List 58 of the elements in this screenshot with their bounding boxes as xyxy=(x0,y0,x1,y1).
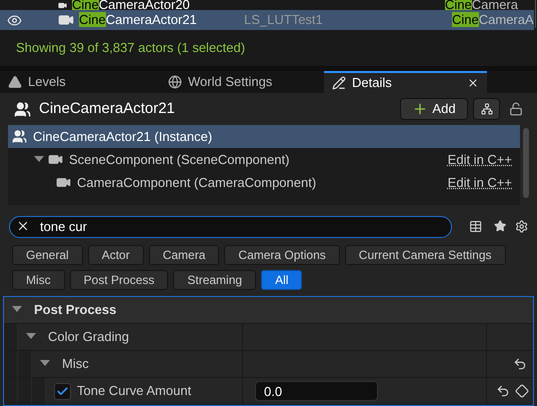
component-label: SceneComponent (SceneComponent) xyxy=(69,150,290,169)
expanded-caret-icon[interactable] xyxy=(26,333,36,341)
reset-icon[interactable] xyxy=(496,384,510,398)
settings-icon[interactable] xyxy=(514,218,528,234)
expanded-caret-icon[interactable] xyxy=(12,306,22,314)
eye-icon[interactable] xyxy=(7,12,22,28)
camera-icon xyxy=(58,0,67,10)
property-label: Tone Curve Amount xyxy=(77,382,192,400)
component-label: CameraComponent (CameraComponent) xyxy=(77,174,316,192)
pencil-icon xyxy=(332,76,346,90)
group-label: Color Grading xyxy=(48,328,129,346)
scrollbar[interactable] xyxy=(534,0,536,28)
outliner-row[interactable]: CineCameraActor21 LS_LUTTest1 CineCameraA xyxy=(0,10,534,30)
edit-in-cpp-link[interactable]: Edit in C++ xyxy=(448,172,512,192)
scrollbar[interactable] xyxy=(523,128,529,198)
filter-chip[interactable]: Camera Options xyxy=(224,245,340,265)
unlocked-icon[interactable] xyxy=(509,102,523,116)
component-icon xyxy=(48,152,63,167)
actor-title: CineCameraActor21 xyxy=(39,98,175,119)
add-button[interactable]: Add xyxy=(400,98,468,120)
hierarchy-icon xyxy=(480,103,492,115)
star-icon[interactable] xyxy=(494,219,507,233)
reset-icon[interactable] xyxy=(513,357,527,371)
value-field[interactable]: 0.0 xyxy=(255,381,378,401)
search-field[interactable]: tone cur xyxy=(9,216,452,238)
close-icon[interactable] xyxy=(467,77,479,90)
filter-chip[interactable]: Current Camera Settings xyxy=(344,245,506,265)
keyframe-icon[interactable] xyxy=(515,384,529,398)
component-icon xyxy=(56,175,71,190)
component-row[interactable]: CineCameraActor21 (Instance) xyxy=(8,125,520,148)
filter-chip[interactable]: Camera xyxy=(148,245,220,265)
status-text: Showing 39 of 3,837 actors (1 selected) xyxy=(16,39,246,58)
globe-icon xyxy=(168,75,182,90)
filter-chip[interactable]: Misc xyxy=(12,270,65,290)
category-label: Post Process xyxy=(34,301,116,320)
filter-chip[interactable]: Actor xyxy=(88,245,144,265)
check-icon xyxy=(56,384,69,398)
component-label: CineCameraActor21 (Instance) xyxy=(33,128,212,146)
expanded-caret-icon[interactable] xyxy=(34,156,44,164)
clear-icon[interactable] xyxy=(16,219,30,233)
actor-icon xyxy=(14,100,31,118)
panel-tab[interactable]: Levels xyxy=(0,71,160,93)
actor-icon xyxy=(12,129,27,144)
edit-in-cpp-link[interactable]: Edit in C++ xyxy=(448,150,512,170)
level-label: LS_LUTTest1 xyxy=(244,11,324,30)
table-icon[interactable] xyxy=(469,218,482,234)
panel-tab[interactable]: World Settings xyxy=(160,71,324,93)
filter-chip[interactable]: Streaming xyxy=(173,270,256,290)
filter-chip[interactable]: General xyxy=(12,245,83,265)
expanded-caret-icon[interactable] xyxy=(40,360,50,368)
panel-tab[interactable]: Details xyxy=(324,71,487,93)
group-label: Misc xyxy=(62,355,89,374)
type-label: CineCameraA xyxy=(452,11,534,30)
filter-chip[interactable]: All xyxy=(261,270,302,290)
actor-label: CineCameraActor21 xyxy=(79,11,198,30)
hierarchy-button[interactable] xyxy=(473,98,500,120)
filter-chip[interactable]: Post Process xyxy=(70,270,168,290)
override-checkbox[interactable] xyxy=(54,382,71,400)
